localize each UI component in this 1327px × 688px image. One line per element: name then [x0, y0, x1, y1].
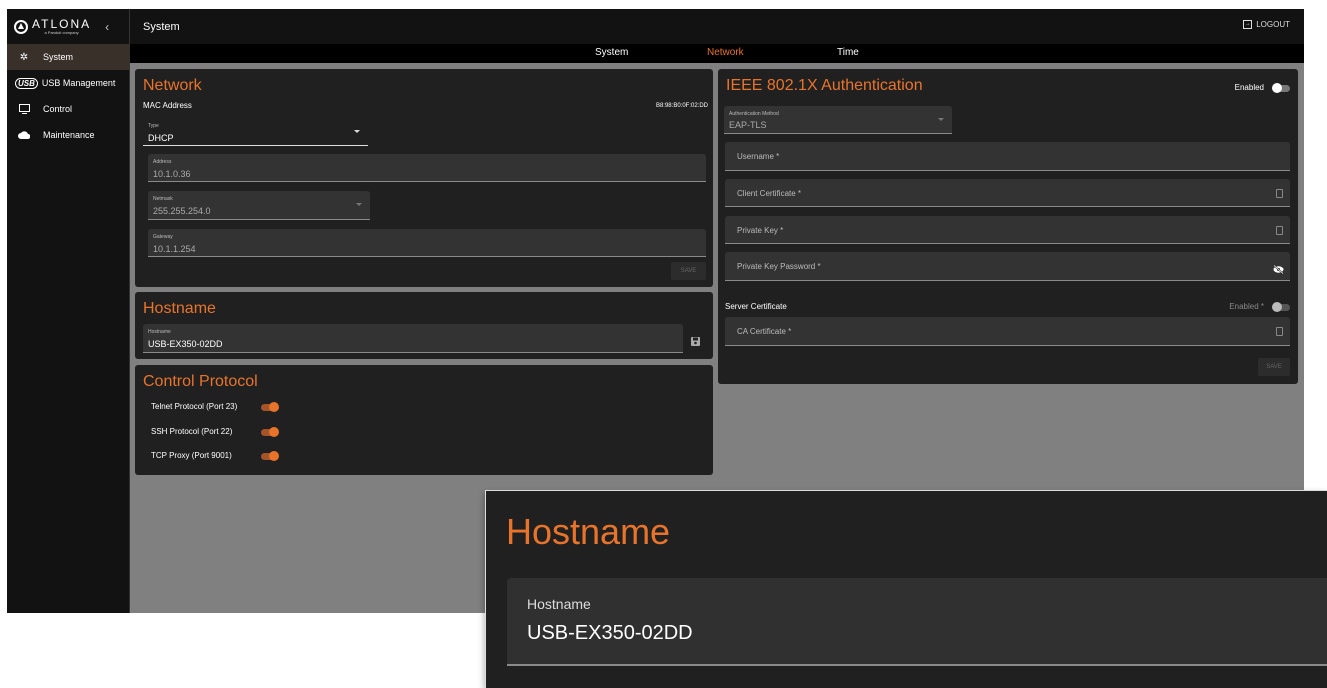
ca-certificate-placeholder: CA Certificate *	[737, 327, 792, 336]
type-value: DHCP	[148, 133, 174, 143]
gateway-field[interactable]: Gateway 10.1.1.254	[148, 229, 706, 257]
auth-method-value: EAP-TLS	[729, 120, 767, 130]
private-key-placeholder: Private Key *	[737, 226, 784, 235]
atlona-logo-icon	[14, 19, 28, 34]
server-certificate-enabled-label: Enabled *	[1229, 302, 1264, 311]
sidebar-item-label: USB Management	[41, 78, 116, 88]
network-title: Network	[143, 77, 202, 94]
sidebar-item-control[interactable]: Control	[7, 96, 129, 122]
brand-logo-text: ATLONA	[32, 17, 92, 31]
tab-system[interactable]: System	[595, 47, 628, 58]
server-certificate-toggle[interactable]	[1272, 302, 1290, 312]
type-label: Type	[148, 123, 159, 129]
ssh-toggle[interactable]	[261, 427, 279, 437]
client-certificate-placeholder: Client Certificate *	[737, 189, 802, 198]
brand-logo-subtext: a Panduit company	[44, 30, 79, 35]
page-title: System	[143, 20, 180, 33]
tcp-proxy-label: TCP Proxy (Port 9001)	[151, 451, 232, 460]
netmask-select[interactable]: Netmask 255.255.254.0	[148, 191, 370, 220]
gateway-value: 10.1.1.254	[153, 244, 196, 254]
mac-address-label: MAC Address	[143, 101, 192, 110]
username-placeholder: Username *	[737, 152, 780, 161]
top-bar: System → LOGOUT	[130, 9, 1304, 44]
zoom-hostname-value: USB-EX350-02DD	[527, 622, 693, 644]
server-certificate-label: Server Certificate	[725, 302, 787, 311]
username-field[interactable]: Username *	[725, 142, 1290, 171]
file-upload-icon[interactable]	[1276, 226, 1283, 235]
file-upload-icon[interactable]	[1276, 189, 1283, 198]
sidebar-item-maintenance[interactable]: Maintenance	[7, 122, 129, 148]
file-upload-icon[interactable]	[1276, 327, 1283, 336]
gear-icon: ✲	[19, 51, 29, 63]
mac-address-value: B8:98:B0:0F:02:DD	[655, 103, 708, 109]
ca-certificate-field[interactable]: CA Certificate *	[725, 317, 1290, 346]
usb-icon: USB	[15, 77, 38, 89]
sidebar: ATLONA a Panduit company ‹ ✲ System USB …	[7, 9, 130, 613]
brand-logo: ATLONA a Panduit company ‹	[7, 9, 129, 44]
client-certificate-field[interactable]: Client Certificate *	[725, 179, 1290, 207]
address-label: Address	[153, 159, 172, 165]
zoom-hostname-field: Hostname USB-EX350-02DD	[507, 578, 1327, 666]
hostname-title: Hostname	[143, 300, 216, 317]
network-save-button[interactable]: SAVE	[671, 262, 706, 280]
gateway-label: Gateway	[153, 234, 173, 240]
chevron-left-icon[interactable]: ‹	[105, 20, 109, 34]
netmask-value: 255.255.254.0	[153, 206, 211, 216]
logout-icon: →	[1243, 20, 1253, 29]
auth-method-label: Authentication Method	[729, 111, 779, 117]
netmask-label: Netmask	[153, 196, 173, 202]
hostname-card: Hostname Hostname USB-EX350-02DD	[135, 292, 713, 359]
caret-down-icon	[356, 203, 362, 206]
sidebar-item-label: Maintenance	[43, 130, 95, 140]
sidebar-item-label: System	[43, 52, 74, 62]
hostname-value: USB-EX350-02DD	[148, 339, 223, 349]
address-value: 10.1.0.36	[153, 169, 191, 179]
ieee-enabled-label: Enabled	[1234, 83, 1264, 92]
ieee-save-button[interactable]: SAVE	[1258, 358, 1290, 376]
cloud-icon	[15, 131, 33, 139]
network-card: Network MAC Address B8:98:B0:0F:02:DD Ty…	[135, 69, 713, 287]
tab-bar: System Network Time	[130, 44, 1304, 63]
zoom-hostname-label: Hostname	[527, 596, 591, 612]
private-key-password-placeholder: Private Key Password *	[737, 262, 821, 271]
sidebar-item-usb-management[interactable]: USB USB Management	[7, 70, 129, 96]
private-key-field[interactable]: Private Key *	[725, 216, 1290, 244]
private-key-password-field[interactable]: Private Key Password *	[725, 252, 1290, 281]
monitor-icon	[15, 104, 33, 114]
zoom-hostname-title: Hostname	[506, 511, 671, 552]
telnet-toggle[interactable]	[261, 402, 279, 412]
address-field[interactable]: Address 10.1.0.36	[148, 154, 706, 182]
ieee-title: IEEE 802.1X Authentication	[726, 77, 923, 94]
tab-time[interactable]: Time	[837, 47, 859, 58]
eye-off-icon[interactable]	[1273, 261, 1284, 279]
zoom-callout: Hostname Hostname USB-EX350-02DD	[486, 491, 1327, 688]
logout-label: LOGOUT	[1256, 20, 1290, 29]
ssh-label: SSH Protocol (Port 22)	[151, 427, 233, 436]
sidebar-item-system[interactable]: ✲ System	[7, 44, 129, 70]
tcp-proxy-toggle[interactable]	[261, 451, 279, 461]
auth-method-select[interactable]: Authentication Method EAP-TLS	[724, 106, 952, 134]
hostname-label: Hostname	[148, 329, 171, 335]
hostname-field[interactable]: Hostname USB-EX350-02DD	[143, 324, 683, 353]
caret-down-icon	[938, 118, 944, 121]
control-protocol-card: Control Protocol Telnet Protocol (Port 2…	[135, 365, 713, 475]
ieee-card: IEEE 802.1X Authentication Enabled Authe…	[718, 69, 1298, 384]
type-select[interactable]: Type DHCP	[143, 118, 368, 146]
telnet-label: Telnet Protocol (Port 23)	[151, 402, 238, 411]
ieee-enabled-toggle[interactable]	[1272, 83, 1290, 93]
floppy-disk-icon[interactable]	[691, 333, 700, 351]
sidebar-item-label: Control	[43, 104, 73, 114]
caret-down-icon	[354, 130, 360, 133]
control-protocol-title: Control Protocol	[143, 373, 258, 390]
tab-network[interactable]: Network	[707, 47, 744, 58]
logout-button[interactable]: → LOGOUT	[1243, 20, 1290, 29]
